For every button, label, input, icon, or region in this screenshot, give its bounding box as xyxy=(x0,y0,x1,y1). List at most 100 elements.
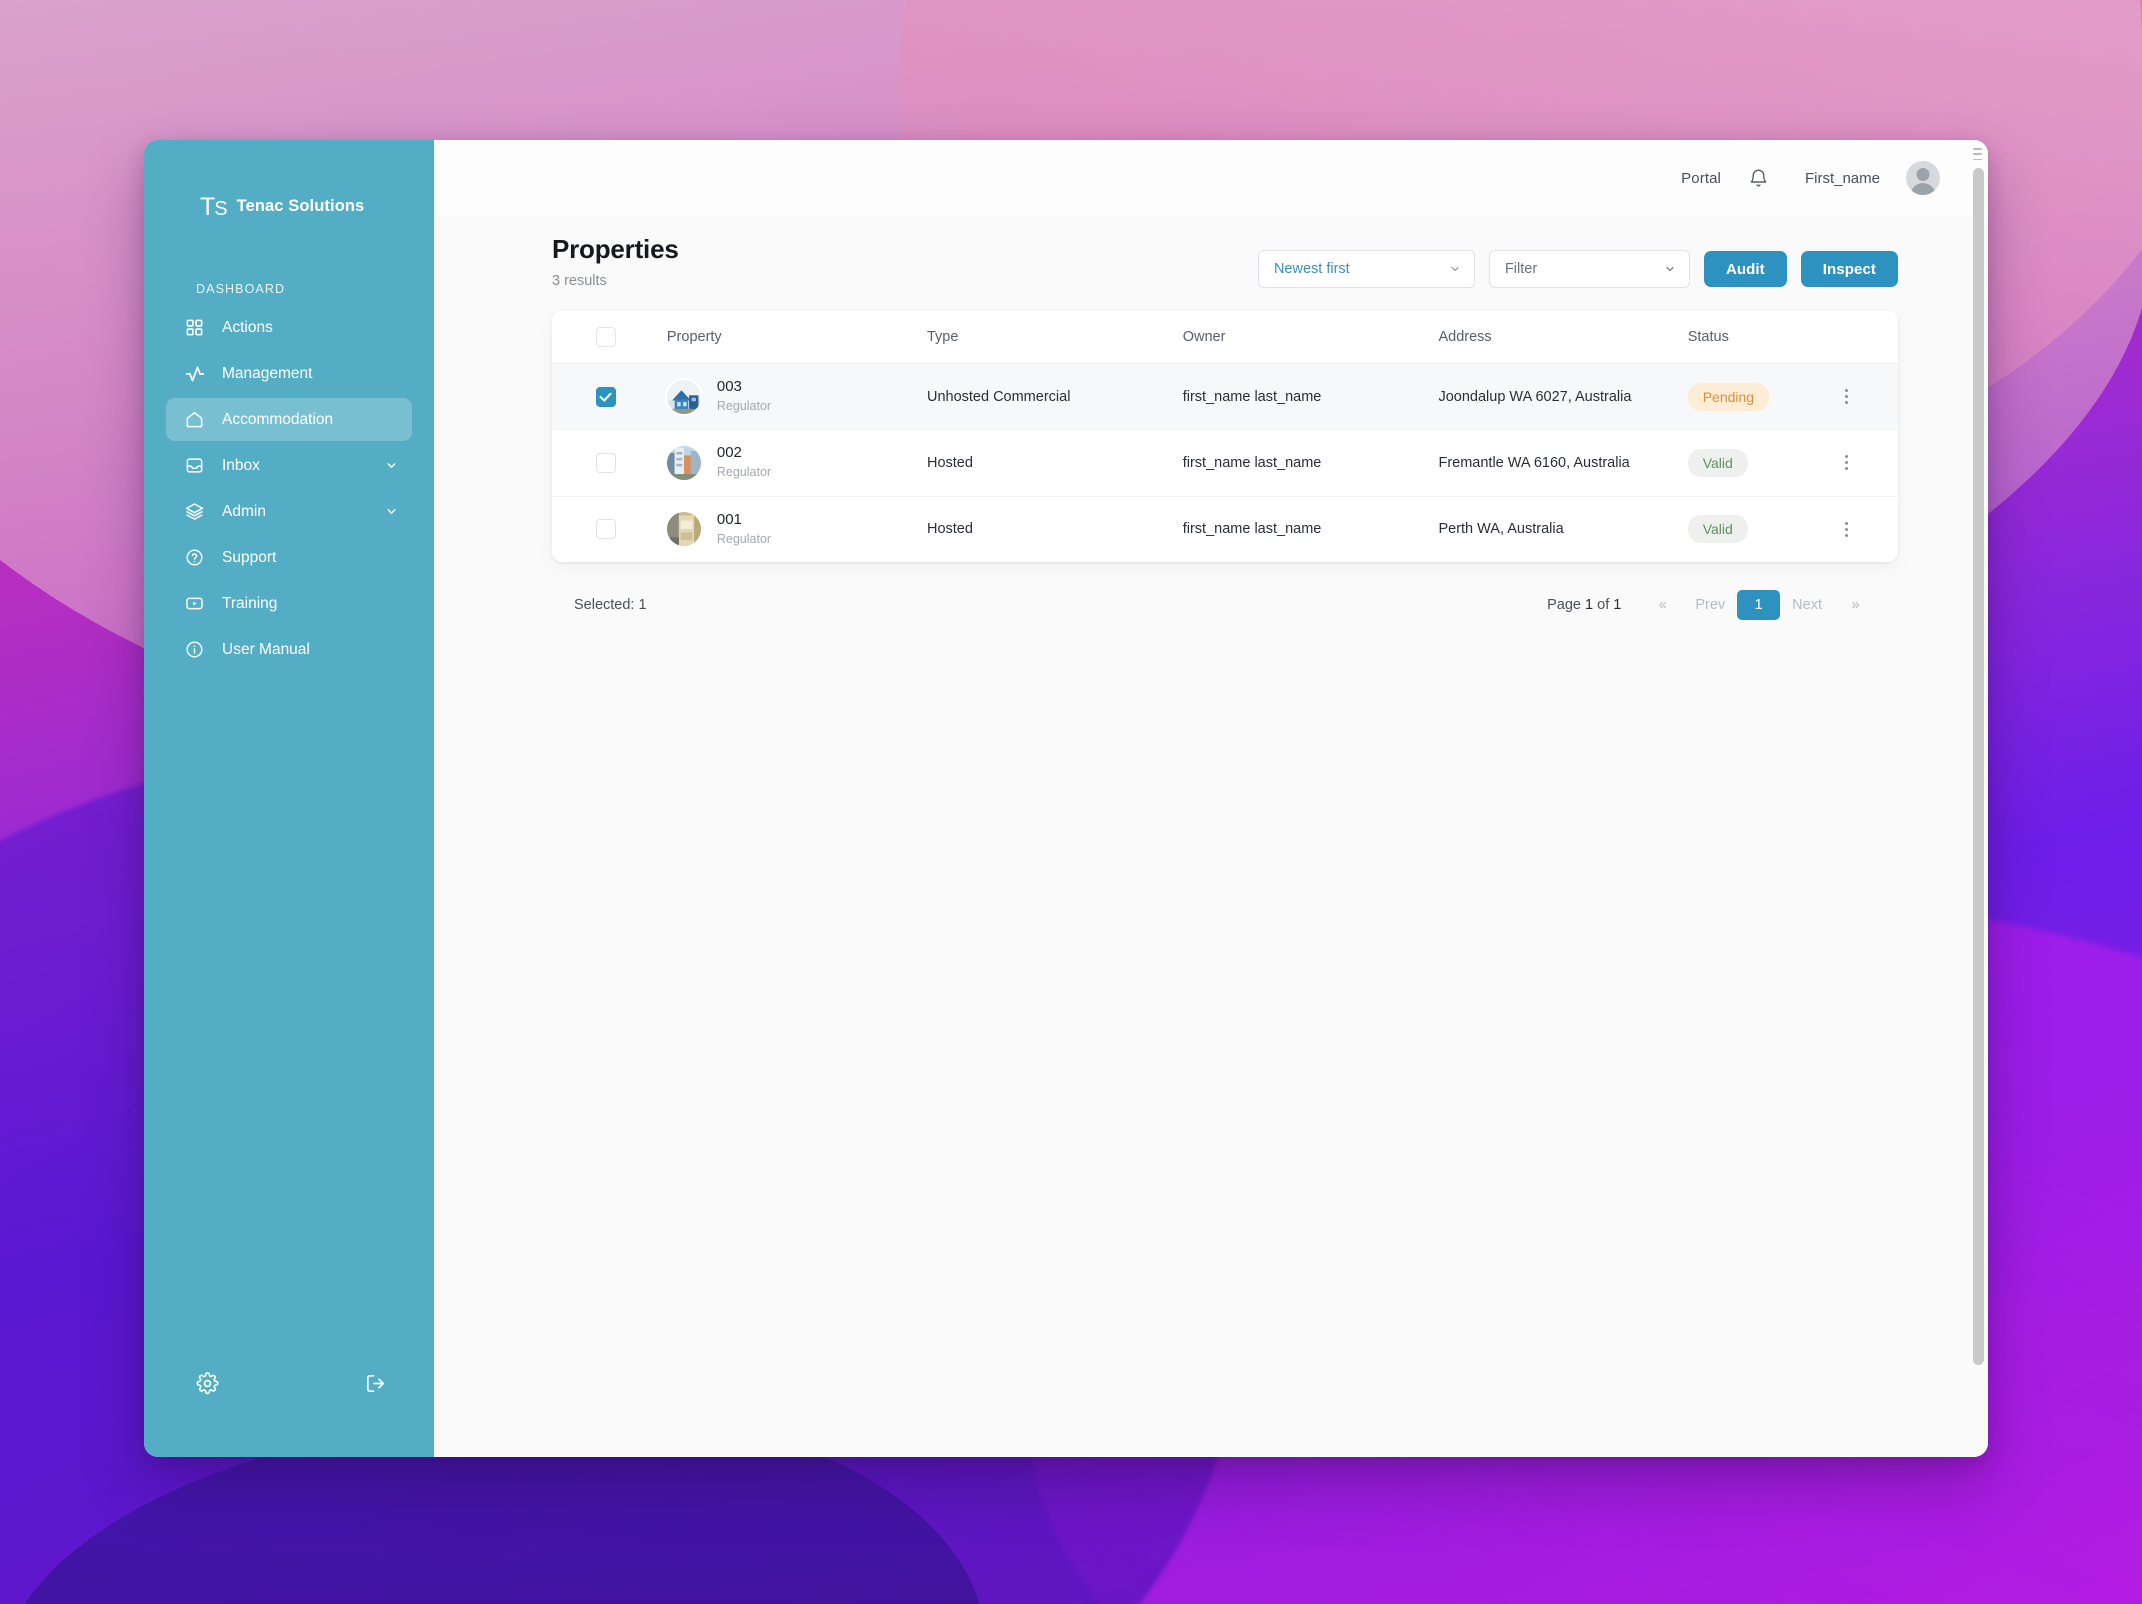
sidebar-item-label: Actions xyxy=(222,319,273,337)
sidebar-item-support[interactable]: Support xyxy=(166,536,412,579)
row-menu-icon[interactable] xyxy=(1835,386,1857,408)
page-info: Page 1 of 1 xyxy=(1547,597,1621,613)
table-body: 003 Regulator Unhosted Commercial first_… xyxy=(552,364,1898,562)
row-type-cell: Unhosted Commercial xyxy=(927,364,1183,430)
desktop-wallpaper: TS Tenac Solutions DASHBOARD Actions Man… xyxy=(0,0,2142,1604)
sidebar-item-user-manual[interactable]: User Manual xyxy=(166,628,412,671)
row-checkbox[interactable] xyxy=(596,453,616,473)
column-header-actions xyxy=(1835,311,1898,364)
table-row[interactable]: 003 Regulator Unhosted Commercial first_… xyxy=(552,364,1898,430)
last-page-button[interactable]: » xyxy=(1834,591,1876,619)
page-title-block: Properties 3 results xyxy=(552,234,679,289)
help-circle-icon xyxy=(184,547,205,568)
sidebar-item-label: Support xyxy=(222,549,276,567)
content-scroll-area: Properties 3 results Newest first xyxy=(434,216,1988,1457)
sidebar-item-admin[interactable]: Admin xyxy=(166,490,412,533)
sidebar-item-actions[interactable]: Actions xyxy=(166,306,412,349)
info-circle-icon xyxy=(184,639,205,660)
window-scrollbar[interactable] xyxy=(1973,168,1984,1441)
sidebar-item-training[interactable]: Training xyxy=(166,582,412,625)
audit-button[interactable]: Audit xyxy=(1704,251,1787,287)
status-badge: Valid xyxy=(1688,515,1748,543)
row-status-cell: Valid xyxy=(1688,496,1835,562)
row-select-cell xyxy=(552,364,667,430)
sidebar-item-management[interactable]: Management xyxy=(166,352,412,395)
row-address-cell: Joondalup WA 6027, Australia xyxy=(1438,364,1687,430)
row-owner-cell: first_name last_name xyxy=(1183,496,1439,562)
portal-link[interactable]: Portal xyxy=(1681,170,1721,187)
brand-name: Tenac Solutions xyxy=(237,197,365,216)
toolbar: Newest first Filter xyxy=(1258,250,1898,288)
column-header-type[interactable]: Type xyxy=(927,311,1183,364)
row-select-cell xyxy=(552,430,667,496)
row-checkbox[interactable] xyxy=(596,387,616,407)
properties-table-card: Property Type Owner Address Status xyxy=(552,311,1898,562)
property-id: 001 xyxy=(717,511,742,528)
page-word: Page xyxy=(1547,597,1581,613)
page-header: Properties 3 results Newest first xyxy=(552,234,1898,289)
property-role: Regulator xyxy=(717,399,771,413)
row-menu-icon[interactable] xyxy=(1835,452,1857,474)
prev-page-button[interactable]: Prev xyxy=(1687,591,1733,619)
page-1-button[interactable]: 1 xyxy=(1737,590,1780,620)
row-menu-icon[interactable] xyxy=(1835,518,1857,540)
page-number: 1 xyxy=(1585,597,1593,613)
chevron-down-icon[interactable] xyxy=(384,459,398,473)
table-header: Property Type Owner Address Status xyxy=(552,311,1898,364)
bell-icon[interactable] xyxy=(1747,166,1771,190)
column-header-status[interactable]: Status xyxy=(1688,311,1835,364)
chevron-down-icon[interactable] xyxy=(384,505,398,519)
grid-icon xyxy=(184,317,205,338)
chevron-down-icon xyxy=(1664,263,1677,276)
inspect-button[interactable]: Inspect xyxy=(1801,251,1898,287)
pagination: Page 1 of 1 « Prev 1 Next » xyxy=(1547,590,1876,620)
brand-logo[interactable]: TS Tenac Solutions xyxy=(144,140,434,228)
column-header-owner[interactable]: Owner xyxy=(1183,311,1439,364)
property-id: 003 xyxy=(717,378,742,395)
nav-section-label: DASHBOARD xyxy=(144,282,434,296)
row-property-cell: 003 Regulator xyxy=(667,364,927,430)
sidebar-item-label: User Manual xyxy=(222,641,310,659)
next-page-button[interactable]: Next xyxy=(1784,591,1830,619)
row-checkbox[interactable] xyxy=(596,519,616,539)
row-type-cell: Hosted xyxy=(927,430,1183,496)
total-pages: 1 xyxy=(1613,597,1621,613)
row-property-cell: 002 Regulator xyxy=(667,430,927,496)
sidebar-item-accommodation[interactable]: Accommodation xyxy=(166,398,412,441)
sidebar-item-label: Inbox xyxy=(222,457,260,475)
select-all-checkbox[interactable] xyxy=(596,327,616,347)
application-window: TS Tenac Solutions DASHBOARD Actions Man… xyxy=(144,140,1988,1457)
column-header-property[interactable]: Property xyxy=(667,311,927,364)
row-property-cell: 001 Regulator xyxy=(667,496,927,562)
property-photo xyxy=(667,446,701,480)
row-owner-cell: first_name last_name xyxy=(1183,430,1439,496)
column-header-address[interactable]: Address xyxy=(1438,311,1687,364)
scrollbar-thumb[interactable] xyxy=(1973,168,1984,1365)
layers-icon xyxy=(184,501,205,522)
sidebar-footer xyxy=(144,1335,434,1457)
row-status-cell: Valid xyxy=(1688,430,1835,496)
row-actions-cell xyxy=(1835,430,1898,496)
status-badge: Valid xyxy=(1688,449,1748,477)
activity-icon xyxy=(184,363,205,384)
sidebar-item-label: Admin xyxy=(222,503,266,521)
video-icon xyxy=(184,593,205,614)
main-area: Portal First_name Properties 3 results xyxy=(434,140,1988,1457)
top-bar: Portal First_name xyxy=(434,140,1988,216)
first-page-button[interactable]: « xyxy=(1641,591,1683,619)
table-row[interactable]: 001 Regulator Hosted first_name last_nam… xyxy=(552,496,1898,562)
avatar[interactable] xyxy=(1906,161,1940,195)
nav-list: Actions Management Accommodation xyxy=(144,306,434,674)
chevron-down-icon xyxy=(1449,263,1462,276)
sort-select-value: Newest first xyxy=(1274,261,1350,277)
user-name-label[interactable]: First_name xyxy=(1805,170,1880,187)
logout-icon[interactable] xyxy=(362,1370,388,1396)
sidebar: TS Tenac Solutions DASHBOARD Actions Man… xyxy=(144,140,434,1457)
sidebar-item-inbox[interactable]: Inbox xyxy=(166,444,412,487)
gear-icon[interactable] xyxy=(194,1370,220,1396)
table-row[interactable]: 002 Regulator Hosted first_name last_nam… xyxy=(552,430,1898,496)
sort-select[interactable]: Newest first xyxy=(1258,250,1475,288)
filter-select[interactable]: Filter xyxy=(1489,250,1690,288)
sidebar-item-label: Management xyxy=(222,365,312,383)
results-count: 3 results xyxy=(552,273,679,289)
